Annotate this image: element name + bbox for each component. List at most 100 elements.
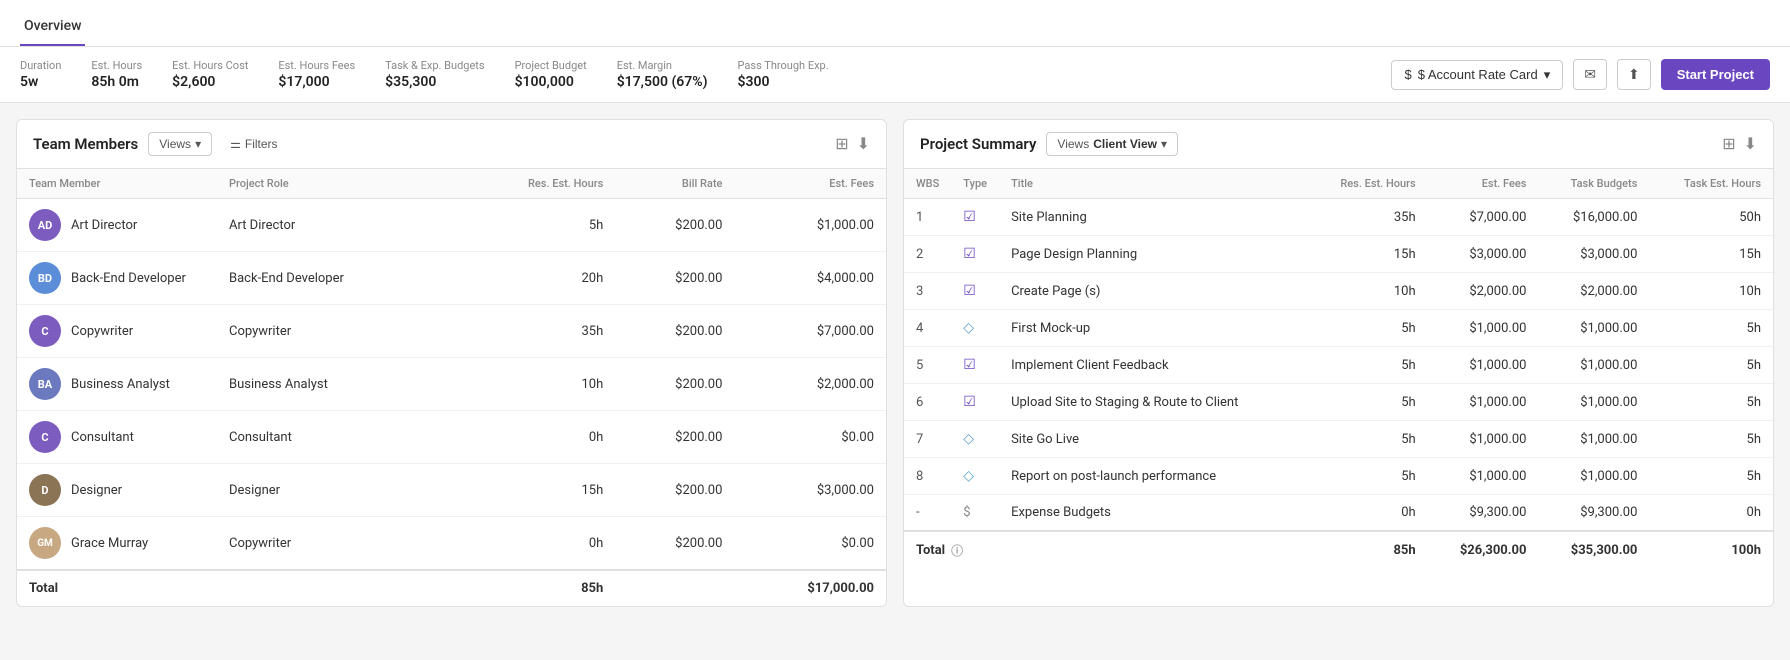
row-task-budgets: $2,000.00 bbox=[1538, 273, 1649, 310]
project-total-est-fees: $26,300.00 bbox=[1428, 531, 1539, 569]
member-bill-rate: $200.00 bbox=[615, 464, 734, 517]
member-hours: 15h bbox=[449, 464, 615, 517]
row-est-fees: $3,000.00 bbox=[1428, 236, 1539, 273]
check-icon: ☑ bbox=[963, 394, 976, 410]
table-row: BD Back-End Developer Back-End Developer… bbox=[17, 252, 886, 305]
wbs-number: - bbox=[904, 495, 951, 532]
diamond-icon: ◇ bbox=[963, 431, 974, 447]
member-role: Consultant bbox=[217, 411, 449, 464]
project-panel-header-right: ⊞ ⬇ bbox=[1722, 134, 1757, 154]
col-wbs: WBS bbox=[904, 169, 951, 199]
member-bill-rate: $200.00 bbox=[615, 517, 734, 571]
member-name: Art Director bbox=[71, 218, 137, 233]
metrics-bar: Duration 5w Est. Hours 85h 0m Est. Hours… bbox=[0, 47, 1790, 103]
member-name-cell: C Copywriter bbox=[17, 305, 217, 358]
table-row: C Consultant Consultant 0h $200.00 $0.00 bbox=[17, 411, 886, 464]
wbs-number: 4 bbox=[904, 310, 951, 347]
metric-est-hours: Est. Hours 85h 0m bbox=[91, 59, 142, 90]
row-task-hours: 5h bbox=[1649, 421, 1773, 458]
project-panel-header: Project Summary Views Client View ▾ ⊞ ⬇ bbox=[904, 120, 1773, 169]
metric-est-hours-cost-label: Est. Hours Cost bbox=[172, 59, 248, 72]
row-res-hours: 5h bbox=[1306, 310, 1427, 347]
row-task-budgets: $1,000.00 bbox=[1538, 310, 1649, 347]
download-icon-button[interactable]: ⬇ bbox=[1744, 134, 1757, 154]
metric-pass-through-label: Pass Through Exp. bbox=[738, 59, 829, 72]
project-total-row: Total ⓘ 85h $26,300.00 $35,300.00 100h bbox=[904, 531, 1773, 569]
project-total-res-hours: 85h bbox=[1306, 531, 1427, 569]
download-icon-button[interactable]: ⬇ bbox=[857, 134, 870, 154]
avatar: AD bbox=[29, 209, 61, 241]
metric-est-margin: Est. Margin $17,500 (67%) bbox=[617, 59, 708, 90]
member-name-cell: AD Art Director bbox=[17, 199, 217, 252]
rate-card-button[interactable]: $ $ Account Rate Card ▾ bbox=[1391, 60, 1563, 90]
export-icon-button[interactable]: ⬆ bbox=[1617, 59, 1651, 90]
metric-task-budgets: Task & Exp. Budgets $35,300 bbox=[385, 59, 484, 90]
tab-overview[interactable]: Overview bbox=[20, 10, 85, 46]
row-task-hours: 10h bbox=[1649, 273, 1773, 310]
main-content: Team Members Views ▾ ⚌ Filters ⊞ ⬇ Team … bbox=[0, 103, 1790, 623]
tab-bar: Overview bbox=[20, 10, 1770, 46]
wbs-number: 2 bbox=[904, 236, 951, 273]
metric-pass-through: Pass Through Exp. $300 bbox=[738, 59, 829, 90]
filter-icon: ⚌ bbox=[230, 137, 241, 151]
table-row: 7 ◇ Site Go Live 5h $1,000.00 $1,000.00 … bbox=[904, 421, 1773, 458]
project-total-task-budgets: $35,300.00 bbox=[1538, 531, 1649, 569]
col-team-member: Team Member bbox=[17, 169, 217, 199]
row-est-fees: $2,000.00 bbox=[1428, 273, 1539, 310]
check-icon: ☑ bbox=[963, 357, 976, 373]
check-icon: ☑ bbox=[963, 209, 976, 225]
row-task-budgets: $1,000.00 bbox=[1538, 347, 1649, 384]
team-filters-button[interactable]: ⚌ Filters bbox=[222, 133, 285, 155]
email-icon-button[interactable]: ✉ bbox=[1573, 59, 1607, 90]
row-task-hours: 15h bbox=[1649, 236, 1773, 273]
avatar: BD bbox=[29, 262, 61, 294]
table-row: 4 ◇ First Mock-up 5h $1,000.00 $1,000.00… bbox=[904, 310, 1773, 347]
grid-view-icon-button[interactable]: ⊞ bbox=[835, 134, 848, 154]
row-title: Expense Budgets bbox=[999, 495, 1306, 532]
row-task-hours: 5h bbox=[1649, 384, 1773, 421]
col-type: Type bbox=[951, 169, 999, 199]
member-name: Consultant bbox=[71, 430, 134, 445]
diamond-icon: ◇ bbox=[963, 320, 974, 336]
check-icon: ☑ bbox=[963, 246, 976, 262]
team-members-panel: Team Members Views ▾ ⚌ Filters ⊞ ⬇ Team … bbox=[16, 119, 887, 607]
start-project-button[interactable]: Start Project bbox=[1661, 59, 1770, 90]
member-name-cell: C Consultant bbox=[17, 411, 217, 464]
wbs-number: 1 bbox=[904, 199, 951, 236]
table-row: 6 ☑ Upload Site to Staging & Route to Cl… bbox=[904, 384, 1773, 421]
member-role: Copywriter bbox=[217, 305, 449, 358]
project-views-button[interactable]: Views Client View ▾ bbox=[1046, 132, 1178, 156]
avatar: BA bbox=[29, 368, 61, 400]
total-label: Total bbox=[17, 570, 449, 606]
views-label: Views bbox=[1057, 137, 1089, 151]
grid-view-icon-button[interactable]: ⊞ bbox=[1722, 134, 1735, 154]
type-cell: ◇ bbox=[951, 458, 999, 495]
row-task-hours: 50h bbox=[1649, 199, 1773, 236]
row-task-budgets: $1,000.00 bbox=[1538, 421, 1649, 458]
member-hours: 5h bbox=[449, 199, 615, 252]
member-role: Back-End Developer bbox=[217, 252, 449, 305]
metric-est-hours-fees-label: Est. Hours Fees bbox=[278, 59, 355, 72]
type-cell: ☑ bbox=[951, 384, 999, 421]
col-est-fees: Est. Fees bbox=[1428, 169, 1539, 199]
filters-label: Filters bbox=[245, 137, 278, 151]
dollar-icon: $ bbox=[963, 505, 970, 520]
member-bill-rate: $200.00 bbox=[615, 252, 734, 305]
row-est-fees: $7,000.00 bbox=[1428, 199, 1539, 236]
member-role: Art Director bbox=[217, 199, 449, 252]
team-views-button[interactable]: Views ▾ bbox=[148, 132, 212, 156]
table-row: 3 ☑ Create Page (s) 10h $2,000.00 $2,000… bbox=[904, 273, 1773, 310]
chevron-down-icon: ▾ bbox=[195, 137, 201, 151]
wbs-number: 6 bbox=[904, 384, 951, 421]
wbs-number: 7 bbox=[904, 421, 951, 458]
metric-est-hours-label: Est. Hours bbox=[91, 59, 142, 72]
table-row: AD Art Director Art Director 5h $200.00 … bbox=[17, 199, 886, 252]
member-fees: $3,000.00 bbox=[734, 464, 886, 517]
member-hours: 35h bbox=[449, 305, 615, 358]
col-task-est-hours: Task Est. Hours bbox=[1649, 169, 1773, 199]
col-task-budgets: Task Budgets bbox=[1538, 169, 1649, 199]
row-res-hours: 15h bbox=[1306, 236, 1427, 273]
type-cell: $ bbox=[951, 495, 999, 532]
metric-task-budgets-label: Task & Exp. Budgets bbox=[385, 59, 484, 72]
row-title: First Mock-up bbox=[999, 310, 1306, 347]
